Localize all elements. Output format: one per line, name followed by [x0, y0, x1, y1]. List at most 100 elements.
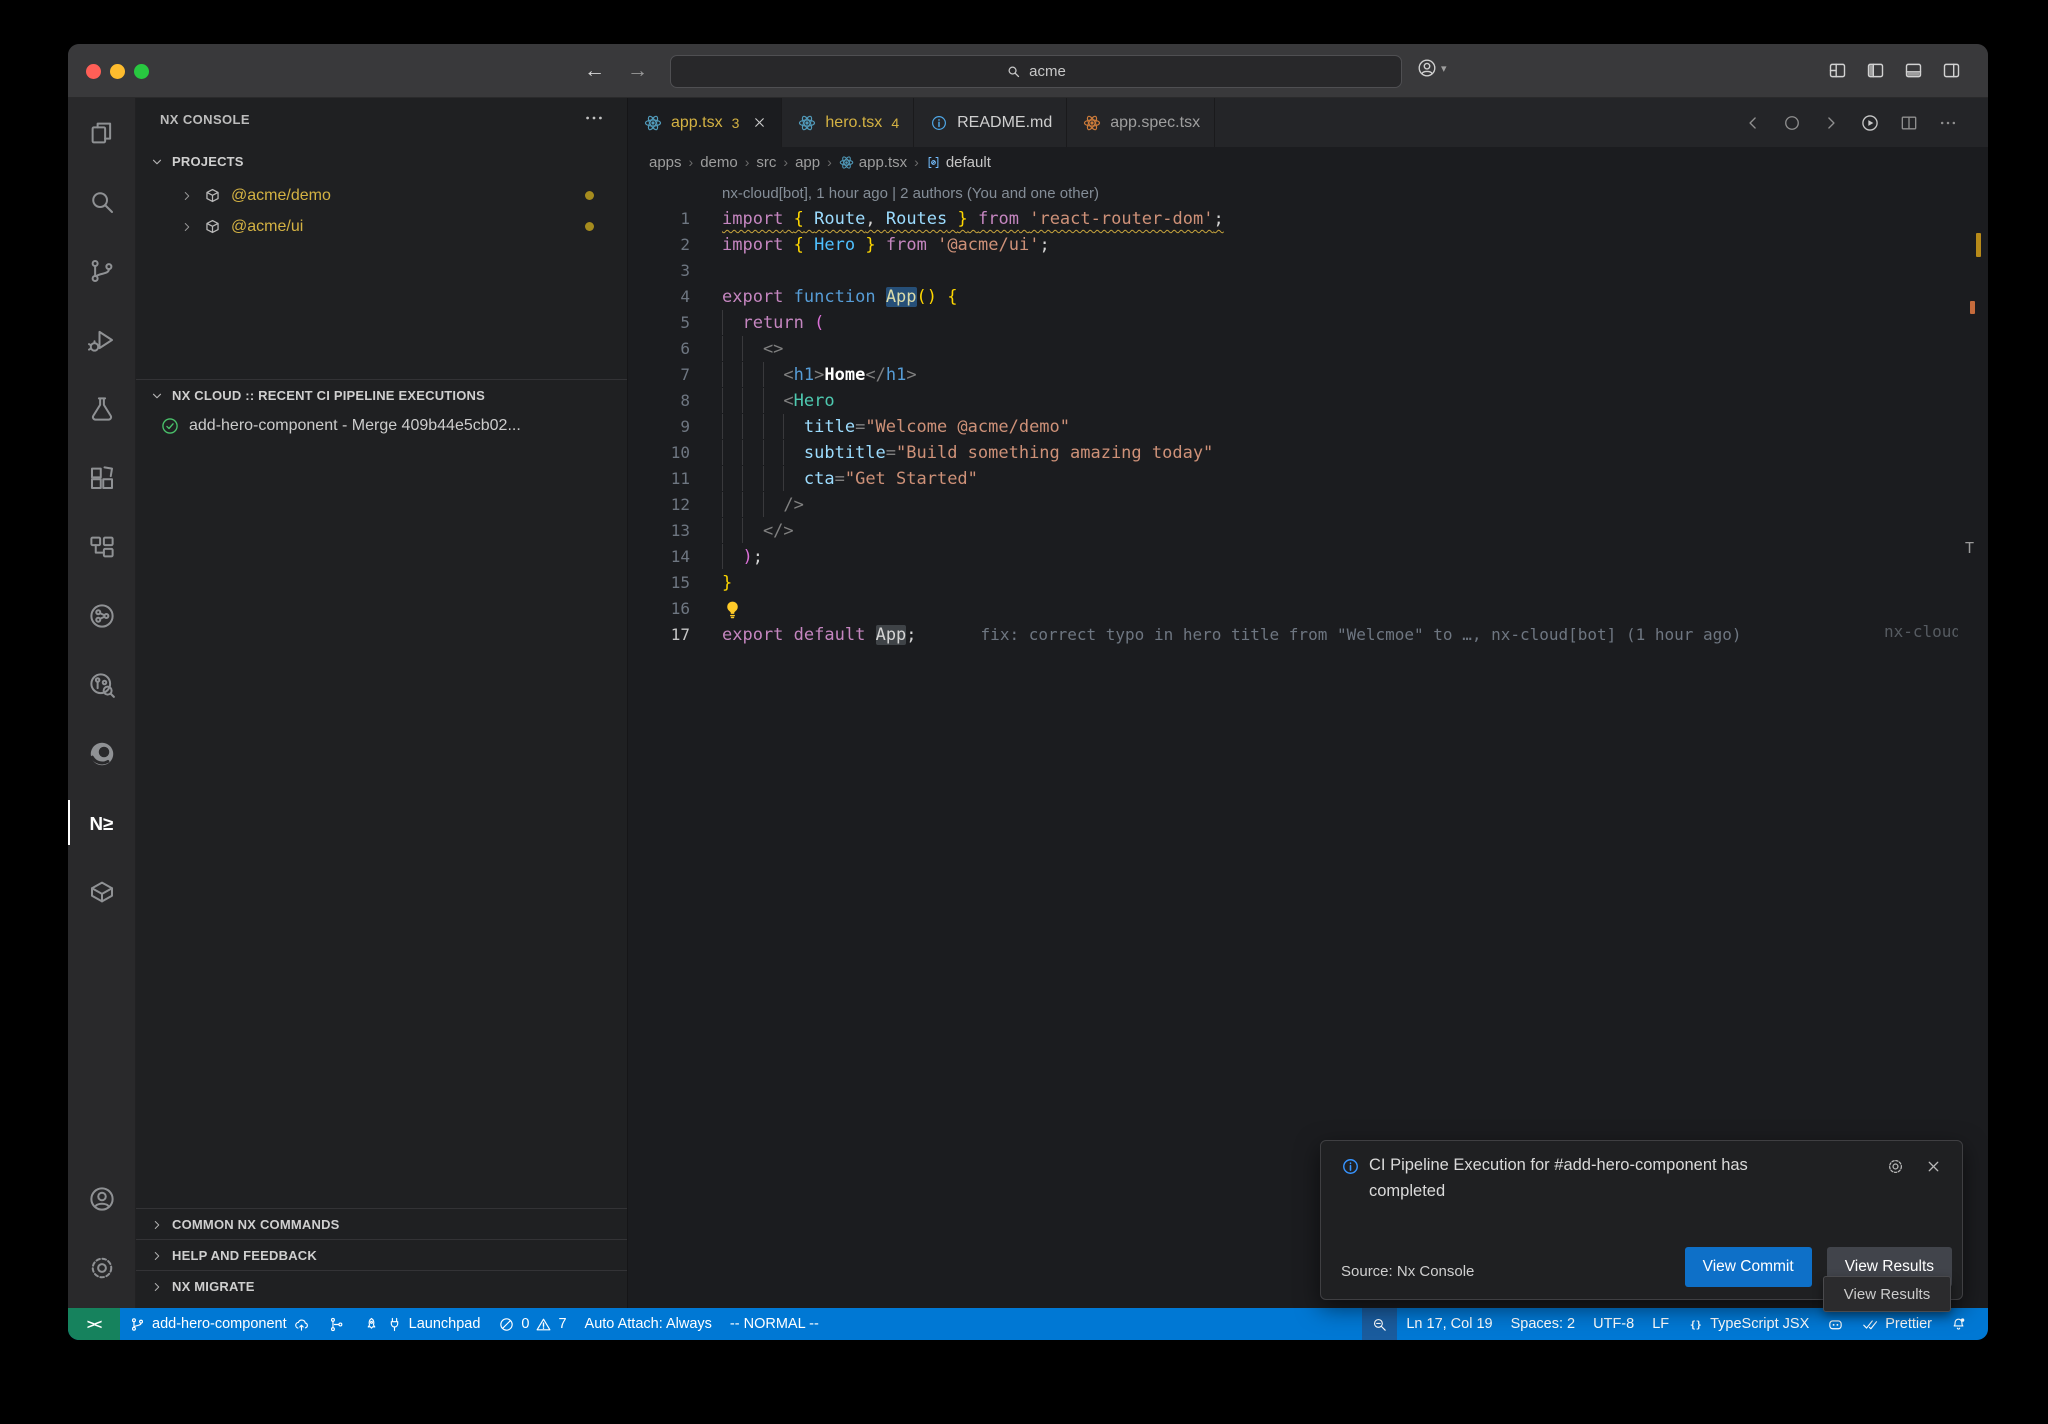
notification-settings-icon[interactable] [1886, 1157, 1905, 1176]
indent-guide [763, 362, 783, 387]
project-item[interactable]: @acme/demo [136, 180, 627, 211]
status-vim-mode[interactable]: -- NORMAL -- [721, 1308, 828, 1340]
status-notifications[interactable] [1941, 1308, 1976, 1340]
line-content[interactable]: } [722, 570, 732, 596]
activity-bar-item-ci-pipeline[interactable] [68, 581, 136, 650]
close-tab-icon[interactable] [752, 115, 767, 130]
status-label: Auto Attach: Always [585, 1316, 712, 1332]
line-content[interactable]: <Hero [722, 388, 835, 414]
status-cursor-position[interactable]: Ln 17, Col 19 [1397, 1308, 1501, 1340]
run-file-icon[interactable] [1860, 113, 1880, 133]
line-content[interactable]: nx-cloud[bot], 1 hour ago | 2 authors (Y… [722, 180, 1099, 206]
tab-app.spec.tsx[interactable]: app.spec.tsx [1067, 98, 1215, 147]
activity-bar-item-accounts[interactable] [68, 1164, 136, 1233]
activity-bar-item-nx-console[interactable]: N≥ [68, 788, 136, 857]
projects-section-header[interactable]: PROJECTS [136, 146, 627, 177]
activity-bar-item-testing[interactable] [68, 374, 136, 443]
lightbulb-icon[interactable] [722, 599, 743, 620]
line-content[interactable]: cta="Get Started" [722, 466, 978, 492]
prev-change-icon[interactable] [1743, 113, 1763, 133]
activity-bar-item-explorer[interactable] [68, 98, 136, 167]
more-actions-icon[interactable] [583, 107, 605, 129]
nx-cloud-section-header[interactable]: NX CLOUD :: RECENT CI PIPELINE EXECUTION… [136, 380, 627, 411]
section-header-common-nx-commands[interactable]: COMMON NX COMMANDS [136, 1209, 627, 1240]
activity-bar-item-search[interactable] [68, 167, 136, 236]
navigate-back-icon[interactable]: ← [584, 59, 605, 83]
command-center-search[interactable]: acme [670, 55, 1402, 88]
accounts-icon [1416, 57, 1438, 79]
navigate-forward-icon[interactable]: → [627, 59, 648, 83]
breadcrumb: apps›demo›src›app›app.tsx›default [628, 147, 1988, 177]
line-content[interactable]: import { Hero } from '@acme/ui'; [722, 232, 1050, 258]
status-launchpad[interactable]: Launchpad [354, 1308, 490, 1340]
status-language-mode[interactable]: {}TypeScript JSX [1678, 1308, 1818, 1340]
layout-panel-icon[interactable] [1903, 60, 1924, 81]
line-content[interactable]: /> [722, 492, 804, 518]
line-content[interactable]: ); [722, 544, 763, 570]
activity-bar-item-source-control[interactable] [68, 236, 136, 305]
activity-bar-item-project-graph[interactable] [68, 512, 136, 581]
line-content[interactable]: export function App() { [722, 284, 958, 310]
editor-group[interactable]: app.tsx3hero.tsx4README.mdapp.spec.tsx a… [628, 98, 1988, 1308]
layout-sidebar-right-icon[interactable] [1941, 60, 1962, 81]
indent-guide [783, 414, 803, 439]
close-window-button[interactable] [86, 64, 101, 79]
status-problems[interactable]: 07 [489, 1308, 575, 1340]
project-item[interactable]: @acme/ui [136, 211, 627, 242]
line-content[interactable]: import { Route, Routes } from 'react-rou… [722, 206, 1224, 232]
status-indentation[interactable]: Spaces: 2 [1502, 1308, 1585, 1340]
status-eol[interactable]: LF [1643, 1308, 1678, 1340]
activity-bar-item-containers[interactable] [68, 857, 136, 926]
pipeline-execution-item[interactable]: add-hero-component - Merge 409b44e5cb02.… [136, 410, 627, 441]
line-content[interactable]: </> [722, 518, 794, 544]
code-token [968, 209, 978, 229]
minimap[interactable]: T [1958, 147, 1988, 1308]
status-copilot[interactable] [1818, 1308, 1853, 1340]
open-changes-icon[interactable] [1782, 113, 1802, 133]
breadcrumb-item-src[interactable]: src [756, 154, 776, 171]
code-editor[interactable]: nx-cloud[bot], 1 hour ago | 2 authors (Y… [628, 180, 1958, 648]
breadcrumb-item-app.tsx[interactable]: app.tsx [839, 154, 907, 171]
close-icon[interactable] [1925, 1157, 1942, 1176]
tab-hero.tsx[interactable]: hero.tsx4 [782, 98, 914, 147]
breadcrumb-item-default[interactable]: default [926, 154, 991, 171]
line-content[interactable]: <> [722, 336, 783, 362]
status-encoding[interactable]: UTF-8 [1584, 1308, 1643, 1340]
breadcrumb-item-app[interactable]: app [795, 154, 820, 171]
line-content[interactable]: title="Welcome @acme/demo" [722, 414, 1070, 440]
next-change-icon[interactable] [1821, 113, 1841, 133]
layout-sidebar-left-icon[interactable] [1865, 60, 1886, 81]
tab-app.tsx[interactable]: app.tsx3 [628, 98, 782, 147]
view-commit-button[interactable]: View Commit [1685, 1247, 1812, 1287]
line-content[interactable] [722, 596, 743, 622]
status-formatter[interactable]: Prettier [1853, 1308, 1941, 1340]
section-header-help-and-feedback[interactable]: HELP AND FEEDBACK [136, 1240, 627, 1271]
ci-pipeline-icon [87, 601, 117, 631]
profile-button[interactable]: ▾ [1416, 57, 1447, 79]
line-content[interactable]: export default App;fix: correct typo in … [722, 622, 1742, 648]
layout-customize-icon[interactable] [1827, 60, 1848, 81]
activity-bar-item-run-and-debug[interactable] [68, 305, 136, 374]
activity-bar-item-edge-browser[interactable] [68, 719, 136, 788]
clipped-blame-text: nx-cloud[b [1884, 619, 1958, 645]
tab-README.md[interactable]: README.md [914, 98, 1067, 147]
activity-bar-item-settings[interactable] [68, 1233, 136, 1302]
status-screencast-zoom[interactable] [1362, 1308, 1397, 1340]
zoom-window-button[interactable] [134, 64, 149, 79]
split-editor-icon[interactable] [1899, 113, 1919, 133]
line-content[interactable]: return ( [722, 310, 824, 336]
status-git-branch[interactable]: add-hero-component [120, 1308, 319, 1340]
activity-bar-item-pipeline-search[interactable] [68, 650, 136, 719]
status-auto-attach[interactable]: Auto Attach: Always [576, 1308, 721, 1340]
activity-bar-item-extensions[interactable] [68, 443, 136, 512]
line-content[interactable]: <h1>Home</h1> [722, 362, 917, 388]
breadcrumb-item-demo[interactable]: demo [700, 154, 738, 171]
status-git-graph[interactable] [319, 1308, 354, 1340]
status-remote-window[interactable]: >< [68, 1308, 120, 1340]
section-header-nx-migrate[interactable]: NX MIGRATE [136, 1271, 627, 1302]
line-content[interactable]: subtitle="Build something amazing today" [722, 440, 1213, 466]
more-actions-icon[interactable] [1938, 113, 1958, 133]
breadcrumb-item-apps[interactable]: apps [649, 154, 682, 171]
project-graph-icon [87, 532, 117, 562]
minimize-window-button[interactable] [110, 64, 125, 79]
